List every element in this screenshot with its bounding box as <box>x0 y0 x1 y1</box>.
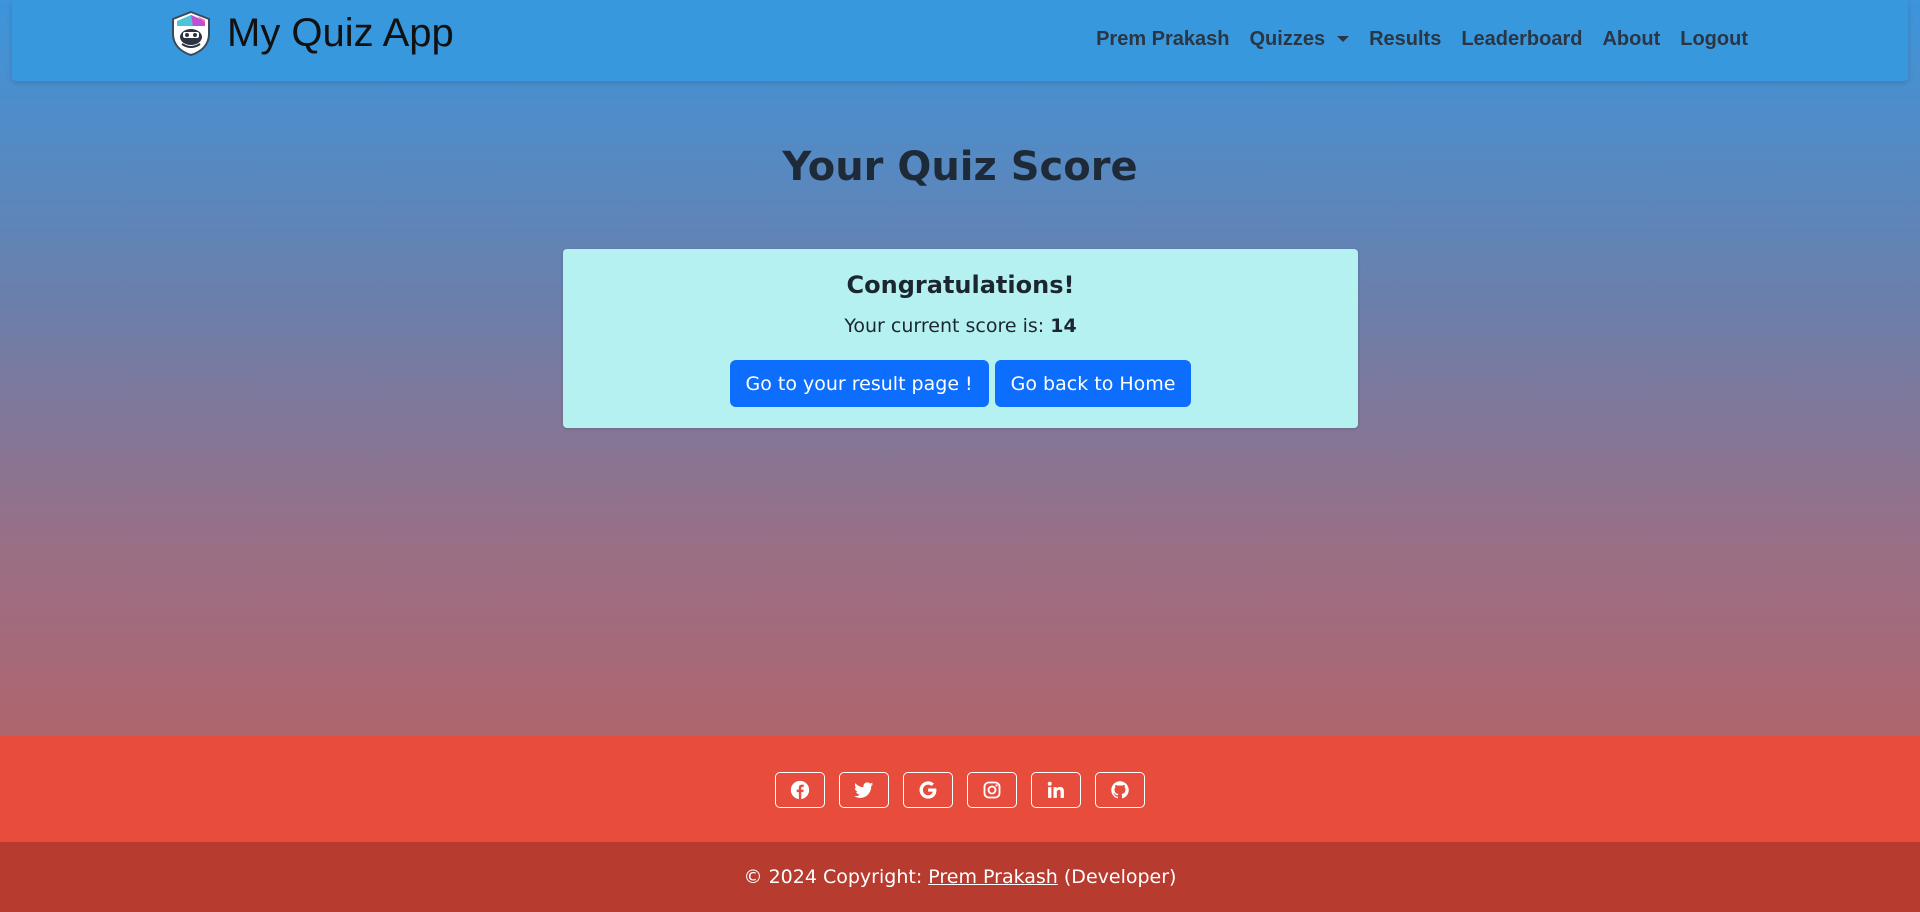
google-icon <box>919 781 937 799</box>
brand-title: My Quiz App <box>227 11 454 55</box>
score-card: Congratulations! Your current score is: … <box>563 249 1358 428</box>
nav-logout-link[interactable]: Logout <box>1670 26 1758 53</box>
linkedin-button[interactable] <box>1031 772 1081 808</box>
linkedin-icon <box>1047 781 1064 798</box>
nav-results-link[interactable]: Results <box>1359 26 1451 53</box>
facebook-icon <box>790 780 810 800</box>
developer-suffix: (Developer) <box>1057 866 1177 888</box>
twitter-icon <box>854 782 874 798</box>
instagram-button[interactable] <box>967 772 1017 808</box>
chevron-down-icon <box>1337 35 1350 42</box>
result-page-button[interactable]: Go to your result page ! <box>729 360 989 407</box>
nav-quizzes-label: Quizzes <box>1249 28 1326 50</box>
nav-quizzes-dropdown[interactable]: Quizzes <box>1240 26 1360 53</box>
card-heading: Congratulations! <box>846 271 1075 299</box>
facebook-button[interactable] <box>775 772 825 808</box>
footer-social <box>0 736 1920 842</box>
card-buttons: Go to your result page ! Go back to Home <box>563 360 1358 407</box>
copyright-prefix: © 2024 Copyright: <box>743 866 929 888</box>
github-icon <box>1111 781 1129 799</box>
nav-leaderboard-link[interactable]: Leaderboard <box>1451 26 1592 53</box>
footer-copyright: © 2024 Copyright: Prem Prakash (Develope… <box>0 842 1920 912</box>
github-button[interactable] <box>1095 772 1145 808</box>
google-button[interactable] <box>903 772 953 808</box>
nav-about-link[interactable]: About <box>1592 26 1670 53</box>
home-button[interactable]: Go back to Home <box>994 360 1192 407</box>
instagram-icon <box>983 781 1001 799</box>
developer-link[interactable]: Prem Prakash <box>928 866 1058 888</box>
nav-user-link[interactable]: Prem Prakash <box>1086 26 1239 53</box>
score-value: 14 <box>1050 315 1077 337</box>
score-prefix: Your current score is: <box>844 315 1051 337</box>
brand-logo-icon <box>172 10 210 56</box>
twitter-button[interactable] <box>839 772 889 808</box>
nav-links: Prem Prakash Quizzes Results Leaderboard… <box>1086 26 1758 53</box>
brand-link[interactable]: My Quiz App <box>169 10 454 56</box>
page-title: Your Quiz Score <box>782 144 1138 190</box>
navbar: My Quiz App Prem Prakash Quizzes Results… <box>12 0 1908 81</box>
score-text: Your current score is: 14 <box>563 313 1358 339</box>
